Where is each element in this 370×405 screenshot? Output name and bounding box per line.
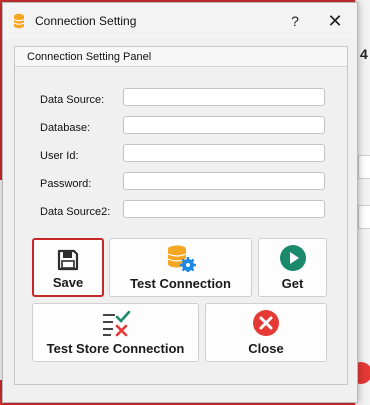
checklist-icon bbox=[102, 311, 130, 337]
test-store-connection-button[interactable]: Test Store Connection bbox=[32, 303, 199, 362]
connection-setting-dialog: Connection Setting ? ✕ Connection Settin… bbox=[2, 2, 358, 403]
background-number: 4 bbox=[360, 46, 368, 62]
play-circle-icon bbox=[279, 245, 306, 271]
background-input-1 bbox=[358, 155, 370, 179]
data-source2-label: Data Source2: bbox=[40, 206, 111, 218]
title-bar[interactable]: Connection Setting ? ✕ bbox=[3, 3, 357, 39]
user-id-input[interactable] bbox=[123, 144, 325, 162]
help-button[interactable]: ? bbox=[273, 3, 317, 39]
test-connection-label: Test Connection bbox=[130, 276, 231, 291]
panel-title: Connection Setting Panel bbox=[15, 47, 347, 67]
database-gear-icon bbox=[167, 245, 196, 272]
close-button[interactable]: Close bbox=[205, 303, 327, 362]
test-connection-button[interactable]: Test Connection bbox=[109, 238, 252, 297]
get-label: Get bbox=[281, 276, 304, 291]
floppy-disk-icon bbox=[57, 249, 79, 271]
close-label: Close bbox=[248, 341, 284, 356]
test-store-connection-label: Test Store Connection bbox=[46, 341, 185, 356]
password-input[interactable] bbox=[123, 172, 325, 190]
background-input-2 bbox=[358, 205, 370, 229]
window-title: Connection Setting bbox=[35, 14, 137, 28]
data-source-label: Data Source: bbox=[40, 94, 105, 106]
connection-setting-panel: Connection Setting Panel Data Source: Da… bbox=[14, 46, 348, 385]
save-label: Save bbox=[52, 275, 84, 290]
database-label: Database: bbox=[40, 122, 91, 134]
get-button[interactable]: Get bbox=[258, 238, 327, 297]
close-circle-icon bbox=[253, 310, 279, 336]
data-source-input[interactable] bbox=[123, 88, 325, 106]
database-icon bbox=[13, 13, 25, 29]
user-id-label: User Id: bbox=[40, 150, 79, 162]
data-source2-input[interactable] bbox=[123, 200, 325, 218]
save-button[interactable]: Save bbox=[32, 238, 104, 297]
window-close-button[interactable]: ✕ bbox=[313, 3, 357, 39]
password-label: Password: bbox=[40, 178, 92, 190]
database-input[interactable] bbox=[123, 116, 325, 134]
